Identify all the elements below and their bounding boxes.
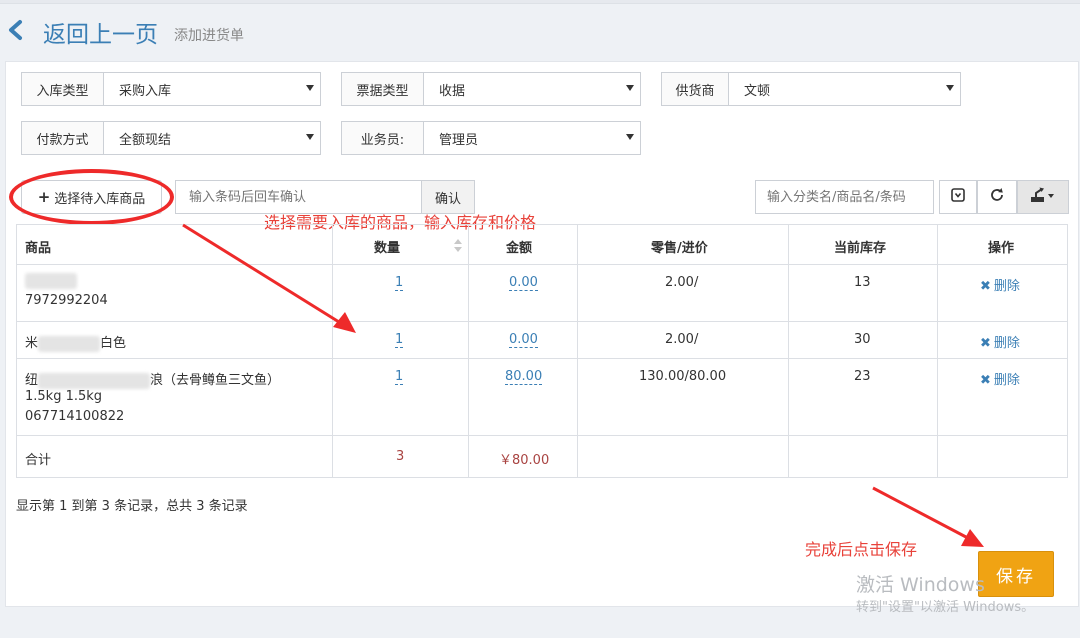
delete-label: 删除	[993, 373, 1020, 388]
amount-editable[interactable]: 0.00	[509, 332, 538, 348]
column-header-stock: 当前库存	[834, 241, 887, 256]
salesperson-select[interactable]: 管理员	[424, 122, 640, 154]
total-quantity: 3	[396, 449, 405, 464]
table-row-name: 米 白色	[25, 332, 126, 352]
annotation-save-hint: 完成后点击保存	[805, 540, 918, 559]
quantity-editable[interactable]: 1	[395, 275, 404, 291]
quantity-editable[interactable]: 1	[395, 332, 404, 348]
watermark-title: 激活 Windows	[856, 574, 985, 596]
stock-value: 13	[854, 275, 871, 290]
caret-down-icon	[946, 85, 954, 91]
toggle-icon	[951, 188, 965, 206]
main-panel: 入库类型 采购入库 票据类型 收据 供货商 文顿 付款方式 全额现结 业务员: …	[5, 61, 1079, 607]
receipt-type-field: 票据类型 收据	[341, 72, 641, 106]
caret-down-icon	[306, 85, 314, 91]
supplier-label: 供货商	[662, 73, 729, 105]
redacted-text	[38, 372, 151, 389]
close-icon: ✖	[980, 279, 991, 294]
payment-method-select[interactable]: 全额现结	[104, 122, 320, 154]
products-table: 商品 数量 金额 零售/进价 当前库存 操作 7972992204 1 0.00…	[16, 224, 1068, 478]
export-button[interactable]	[1017, 180, 1069, 214]
sort-icon[interactable]	[454, 239, 462, 256]
table-row-name: 纽 浪（去骨鳟鱼三文鱼）	[25, 369, 280, 389]
payment-method-value: 全额现结	[119, 132, 172, 148]
delete-button[interactable]: ✖ 删除	[980, 275, 1020, 294]
select-products-button[interactable]: + 选择待入库商品	[21, 180, 162, 214]
export-icon	[1030, 187, 1056, 207]
pagination-info: 显示第 1 到第 3 条记录，总共 3 条记录	[16, 499, 248, 514]
product-spec: 1.5kg 1.5kg	[25, 389, 103, 404]
refresh-icon	[989, 187, 1005, 207]
total-amount: ￥80.00	[499, 453, 550, 468]
product-barcode: 7972992204	[25, 293, 108, 308]
close-icon: ✖	[980, 336, 991, 351]
search-input[interactable]	[755, 180, 934, 214]
amount-editable[interactable]: 80.00	[505, 369, 543, 385]
payment-method-field: 付款方式 全额现结	[21, 121, 321, 155]
supplier-select[interactable]: 文顿	[729, 73, 960, 105]
stock-in-type-select[interactable]: 采购入库	[104, 73, 320, 105]
product-name-prefix: 纽	[25, 373, 39, 388]
redacted-text	[38, 335, 101, 352]
stock-value: 23	[854, 369, 871, 384]
product-barcode: 067714100822	[25, 409, 125, 424]
save-button[interactable]: 保存	[978, 551, 1054, 597]
product-name-prefix: 米	[25, 336, 39, 351]
top-bar	[0, 0, 1080, 4]
delete-button[interactable]: ✖ 删除	[980, 369, 1020, 388]
stock-in-type-value: 采购入库	[119, 83, 172, 99]
payment-method-label: 付款方式	[22, 122, 104, 154]
supplier-value: 文顿	[744, 83, 771, 99]
salesperson-value: 管理员	[439, 132, 479, 148]
stock-in-type-field: 入库类型 采购入库	[21, 72, 321, 106]
watermark-subtitle: 转到"设置"以激活 Windows。	[856, 600, 1035, 615]
caret-down-icon	[626, 134, 634, 140]
delete-label: 删除	[993, 336, 1020, 351]
quantity-editable[interactable]: 1	[395, 369, 404, 385]
table-row-name	[25, 273, 77, 289]
column-header-price: 零售/进价	[651, 241, 708, 256]
column-header-product: 商品	[25, 241, 52, 256]
column-header-actions: 操作	[988, 241, 1015, 256]
plus-icon: +	[37, 188, 51, 206]
column-header-quantity[interactable]: 数量	[374, 237, 400, 256]
salesperson-field: 业务员: 管理员	[341, 121, 641, 155]
select-products-label: 选择待入库商品	[54, 191, 146, 207]
product-name-suffix: 白色	[100, 336, 127, 351]
product-name-suffix: 浪（去骨鳟鱼三文鱼）	[150, 373, 281, 388]
price-value: 130.00/80.00	[639, 369, 727, 384]
stock-value: 30	[854, 332, 871, 347]
toggle-view-button[interactable]	[939, 180, 977, 214]
caret-down-icon	[306, 134, 314, 140]
back-link[interactable]: 返回上一页	[43, 15, 158, 49]
price-value: 2.00/	[665, 332, 699, 347]
stock-in-type-label: 入库类型	[22, 73, 104, 105]
delete-button[interactable]: ✖ 删除	[980, 332, 1020, 351]
back-arrow-icon[interactable]	[6, 18, 26, 42]
salesperson-label: 业务员:	[342, 122, 424, 154]
amount-editable[interactable]: 0.00	[509, 275, 538, 291]
page-subtitle: 添加进货单	[174, 28, 244, 44]
refresh-button[interactable]	[977, 180, 1017, 214]
column-header-amount: 金额	[506, 241, 533, 256]
close-icon: ✖	[980, 373, 991, 388]
receipt-type-select[interactable]: 收据	[424, 73, 640, 105]
redacted-text	[25, 273, 77, 289]
caret-down-icon	[626, 85, 634, 91]
total-label: 合计	[25, 453, 52, 468]
delete-label: 删除	[993, 279, 1020, 294]
receipt-type-value: 收据	[439, 83, 466, 99]
price-value: 2.00/	[665, 275, 699, 290]
receipt-type-label: 票据类型	[342, 73, 424, 105]
supplier-field: 供货商 文顿	[661, 72, 961, 106]
